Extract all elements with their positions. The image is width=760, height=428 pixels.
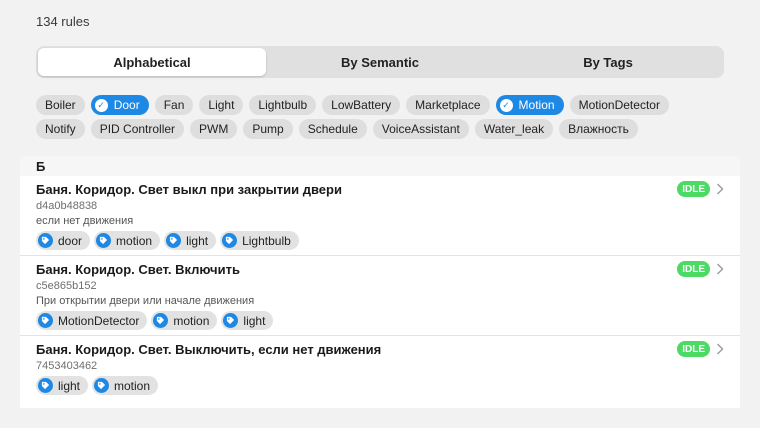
tag-label: Lightbulb	[242, 233, 291, 248]
status-badge: IDLE	[677, 341, 710, 357]
tag-chip[interactable]: MotionDetector	[36, 311, 148, 330]
rule-tags: door motion light Lightbulb	[36, 229, 724, 255]
filter-chip[interactable]: LowBattery	[322, 95, 401, 115]
tag-label: light	[58, 378, 81, 393]
tag-icon	[38, 378, 53, 393]
tag-filter-bar: Boiler ✓ Door Fan Light Lightbulb LowBattery Ma…	[36, 95, 716, 139]
filter-chip-label: MotionDetector	[578, 98, 660, 112]
filter-chip[interactable]: VoiceAssistant	[372, 119, 469, 139]
chevron-right-icon[interactable]	[714, 261, 726, 277]
tag-chip[interactable]: motion	[92, 376, 159, 395]
filter-chip-label: LowBattery	[331, 98, 392, 112]
rule-description: если нет движения	[36, 215, 134, 227]
rule-id: c5e865b152	[36, 280, 97, 292]
rule-title: Баня. Коридор. Свет. Включить	[36, 262, 240, 277]
rule-description: При открытии двери или начале движения	[36, 295, 255, 307]
rule-title: Баня. Коридор. Свет выкл при закрытии дв…	[36, 182, 342, 197]
filter-chip[interactable]: ✓ Motion	[495, 95, 564, 115]
rule-id: d4a0b48838	[36, 200, 98, 212]
tag-label: motion	[173, 313, 210, 328]
filter-chip[interactable]: PWM	[190, 119, 238, 139]
filter-chip[interactable]: Boiler	[36, 95, 85, 115]
filter-chip-label: Light	[208, 98, 235, 112]
filter-chip-label: Water_leak	[483, 122, 545, 136]
tag-icon	[38, 313, 53, 328]
filter-chip-label: Boiler	[45, 98, 76, 112]
tag-chip[interactable]: light	[164, 231, 217, 250]
filter-chip[interactable]: PID Controller	[90, 119, 185, 139]
tag-label: motion	[116, 233, 153, 248]
rule-row[interactable]: Баня. Коридор. Свет выкл при закрытии дв…	[20, 176, 740, 256]
tag-icon	[96, 233, 112, 248]
tag-icon	[38, 233, 53, 248]
filter-chip[interactable]: Lightbulb	[249, 95, 317, 115]
tag-chip[interactable]: door	[36, 231, 91, 250]
filter-chip-label: VoiceAssistant	[381, 122, 460, 136]
filter-chip-label: Motion	[518, 98, 555, 112]
filter-chip[interactable]: ✓ Door	[90, 95, 149, 115]
filter-chip-label: Pump	[252, 122, 284, 136]
tag-label: motion	[114, 378, 151, 393]
filter-chip[interactable]: Pump	[243, 119, 293, 139]
filter-chip-label: PWM	[199, 122, 229, 136]
filter-chip[interactable]: Fan	[154, 95, 194, 115]
rule-row[interactable]: Баня. Коридор. Свет. Выключить, если нет…	[20, 336, 740, 400]
filter-chip[interactable]: Water_leak	[474, 119, 554, 139]
filter-chip-label: Fan	[163, 98, 185, 112]
tag-label: light	[243, 313, 266, 328]
tag-label: door	[58, 233, 83, 248]
chevron-right-icon[interactable]	[714, 341, 726, 357]
tab-alphabetical[interactable]: Alphabetical	[38, 48, 266, 76]
view-mode-segmented-control: Alphabetical By Semantic By Tags	[36, 46, 724, 78]
rule-tags: light motion	[36, 374, 724, 400]
filter-chip-label: Schedule	[307, 122, 358, 136]
filter-chip[interactable]: Schedule	[298, 119, 367, 139]
tag-chip[interactable]: motion	[94, 231, 161, 250]
rule-tags: MotionDetector motion light	[36, 309, 724, 335]
tag-chip[interactable]: motion	[151, 311, 218, 330]
filter-chip-label: Notify	[45, 122, 76, 136]
rule-row[interactable]: Баня. Коридор. Свет. Включить c5e865b152 П…	[20, 256, 740, 336]
filter-chip-label: Lightbulb	[258, 98, 308, 112]
filter-chip[interactable]: MotionDetector	[569, 95, 669, 115]
tag-chip[interactable]: light	[221, 311, 274, 330]
check-icon: ✓	[94, 98, 108, 112]
filter-chip[interactable]: Marketplace	[406, 95, 490, 115]
section-header: Б	[20, 156, 740, 176]
tag-label: MotionDetector	[58, 313, 140, 328]
status-badge: IDLE	[677, 181, 710, 197]
rule-count: 134 rules	[36, 14, 90, 29]
tag-chip[interactable]: light	[36, 376, 89, 395]
tag-icon	[223, 313, 239, 328]
filter-chip-label: Влажность	[568, 122, 629, 136]
chevron-right-icon[interactable]	[714, 181, 726, 197]
tag-icon	[153, 313, 169, 328]
tab-by-tags[interactable]: By Tags	[494, 48, 722, 76]
rule-title: Баня. Коридор. Свет. Выключить, если нет…	[36, 342, 382, 357]
filter-chip[interactable]: Влажность	[559, 119, 638, 139]
rule-id: 7453403462	[36, 360, 98, 372]
check-icon: ✓	[499, 98, 513, 112]
tag-label: light	[186, 233, 209, 248]
rules-list[interactable]: Б Баня. Коридор. Свет выкл при закрытии …	[20, 156, 740, 408]
tag-chip[interactable]: Lightbulb	[220, 231, 299, 250]
tag-icon	[222, 233, 238, 248]
tag-icon	[94, 378, 110, 393]
status-badge: IDLE	[677, 261, 710, 277]
filter-chip-label: PID Controller	[99, 122, 176, 136]
tab-by-semantic[interactable]: By Semantic	[266, 48, 494, 76]
filter-chip-label: Door	[113, 98, 140, 112]
filter-chip[interactable]: Light	[199, 95, 244, 115]
tag-icon	[166, 233, 182, 248]
filter-chip[interactable]: Notify	[36, 119, 85, 139]
filter-chip-label: Marketplace	[415, 98, 481, 112]
